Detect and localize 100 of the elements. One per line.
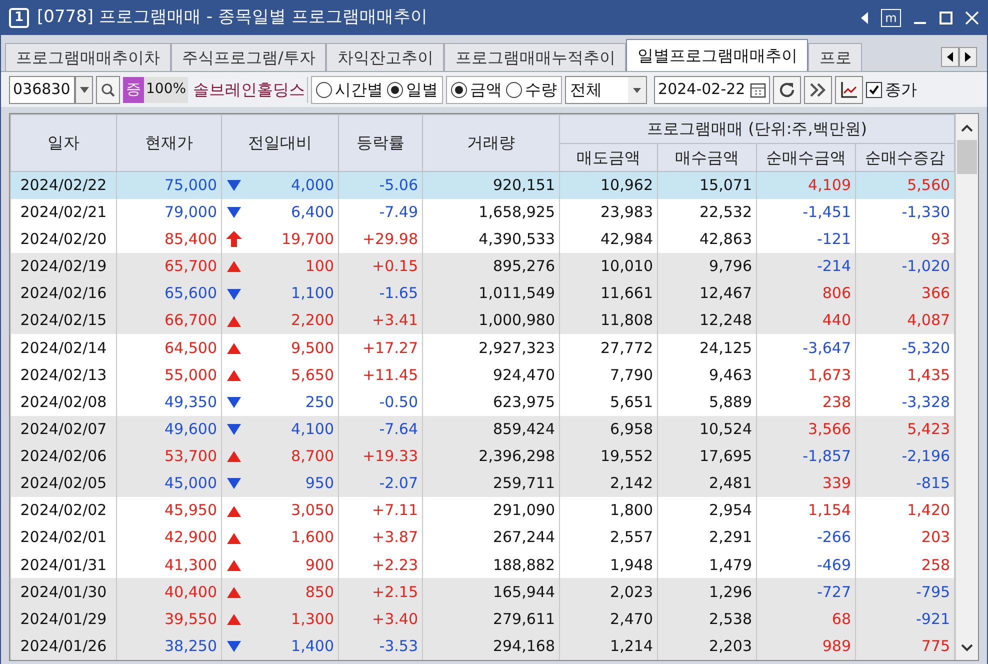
column-header[interactable]: 등락률 [338, 114, 422, 172]
table-row[interactable]: 2024/02/01 42,900 1,600 +3.87 267,244 2,557 2,291 -266 203 [10, 524, 955, 552]
table-row[interactable]: 2024/02/06 53,700 8,700 +19.33 2,396,298 19,552 17,695 -1,857 -2,196 [10, 442, 955, 470]
table-cell: 2,142 [610, 474, 653, 492]
radio-option[interactable]: 일별 [387, 78, 438, 102]
table-cell: -121 [816, 230, 851, 248]
table-row[interactable]: 2024/02/21 79,000 6,400 -7.49 1,658,925 23,983 22,532 -1,451 -1,330 [10, 198, 955, 226]
column-header[interactable]: 거래량 [422, 114, 560, 172]
table-row[interactable]: 2024/01/26 38,250 1,400 -3.53 294,168 1,214 2,203 989 775 [10, 632, 955, 660]
table-cell: -5.06 [379, 176, 418, 194]
maximize-icon[interactable] [939, 11, 953, 25]
table-cell: 1,296 [709, 582, 752, 601]
table-cell: 291,090 [492, 501, 555, 520]
radio-option[interactable]: 금액 [451, 78, 502, 102]
tab-scroll-left-icon[interactable] [941, 47, 959, 67]
table-cell: 10,010 [600, 257, 653, 276]
column-header[interactable]: 순매수증감 [856, 144, 955, 172]
table-cell: 2,954 [709, 501, 752, 520]
table-cell: 2024/02/01 [20, 528, 107, 546]
table-cell: 2,291 [709, 528, 752, 546]
column-header[interactable]: 순매수금액 [756, 144, 856, 172]
table-cell: +3.87 [372, 528, 418, 546]
table-cell: 1,673 [808, 366, 851, 384]
table-cell: +3.40 [372, 610, 418, 628]
table-row[interactable]: 2024/02/19 65,700 100 +0.15 895,276 10,010 9,796 -214 -1,020 [10, 252, 955, 280]
table-cell: -469 [816, 556, 851, 574]
table-cell: 2,470 [610, 610, 653, 628]
table-row[interactable]: 2024/02/08 49,350 250 -0.50 623,975 5,651 5,889 238 -3,328 [10, 388, 955, 416]
table-cell: 55,000 [164, 366, 217, 384]
tab[interactable]: 프로 [808, 43, 862, 71]
table-row[interactable]: 2024/02/14 64,500 9,500 +17.27 2,927,323 27,772 24,125 -3,647 -5,320 [10, 334, 955, 362]
table-cell: 2,481 [709, 474, 752, 492]
table-cell-text: 1,600 [291, 527, 334, 548]
column-header[interactable]: 현재가 [116, 114, 222, 172]
close-icon[interactable] [965, 11, 979, 25]
table-cell-text: 4,100 [291, 418, 334, 440]
line-chart-icon [840, 80, 858, 98]
next-button[interactable] [804, 76, 832, 104]
table-row[interactable]: 2024/01/31 41,300 900 +2.23 188,882 1,948 1,479 -469 258 [10, 551, 955, 578]
scrollbar-thumb[interactable] [957, 140, 978, 174]
refresh-button[interactable] [773, 76, 802, 104]
table-cell-text: 950 [305, 473, 334, 494]
table-cell: 623,975 [492, 392, 555, 411]
m-button[interactable]: m [881, 9, 901, 27]
table-cell: 17,695 [700, 447, 752, 466]
table-row[interactable]: 2024/02/16 65,600 1,100 -1.65 1,011,549 11,661 12,467 806 366 [10, 280, 955, 308]
tab[interactable]: 프로그램매매누적추이 [444, 43, 626, 71]
table-cell: 294,168 [492, 637, 555, 656]
table-cell-text: 900 [305, 554, 334, 576]
column-header[interactable]: 일자 [10, 114, 116, 172]
column-header[interactable]: 매수금액 [658, 144, 756, 172]
table-cell-text: 850 [305, 582, 334, 603]
table-cell: 24,125 [700, 338, 752, 357]
filter-select[interactable]: 전체 [565, 76, 648, 104]
table-cell: 49,350 [164, 392, 217, 411]
table-cell-text: 3,050 [291, 500, 334, 522]
table-row[interactable]: 2024/02/22 75,000 4,000 -5.06 920,151 10,962 15,071 4,109 5,560 [10, 172, 955, 199]
table-cell: 45,950 [164, 501, 217, 520]
radio-option[interactable]: 수량 [506, 78, 558, 102]
table-cell: 42,900 [164, 528, 217, 546]
table-cell-text: 2,200 [291, 310, 334, 332]
table-cell: 924,470 [492, 366, 555, 384]
table-cell-text: 6,400 [291, 202, 334, 223]
table-cell: -1,451 [802, 202, 851, 221]
column-header[interactable]: 전일대비 [222, 114, 338, 172]
search-button[interactable] [96, 76, 120, 104]
table-row[interactable]: 2024/01/30 40,400 850 +2.15 165,944 2,023 1,296 -727 -795 [10, 578, 955, 606]
scroll-up-icon[interactable] [961, 124, 974, 132]
table-row[interactable]: 2024/02/20 85,400 19,700 +29.98 4,390,533 42,984 42,863 -121 93 [10, 226, 955, 253]
table-cell: -3,328 [902, 392, 950, 411]
tab-scroll-right-icon[interactable] [959, 47, 977, 67]
table-cell: -0.50 [379, 392, 418, 411]
table-row[interactable]: 2024/02/05 45,000 950 -2.07 259,711 2,142 2,481 339 -815 [10, 470, 955, 497]
tab[interactable]: 주식프로그램/투자 [171, 43, 326, 71]
table-row[interactable]: 2024/02/07 49,600 4,100 -7.64 859,424 6,958 10,524 3,566 5,423 [10, 416, 955, 443]
table-row[interactable]: 2024/02/15 66,700 2,200 +3.41 1,000,980 11,808 12,248 440 4,087 [10, 307, 955, 334]
column-header[interactable]: 매도금액 [560, 144, 658, 172]
table-row[interactable]: 2024/01/29 39,550 1,300 +3.40 279,611 2,470 2,538 68 -921 [10, 606, 955, 633]
table-cell: 9,463 [709, 366, 752, 384]
table-cell: -1,330 [902, 202, 950, 221]
date-field[interactable]: 2024-02-22 [654, 76, 770, 104]
closing-price-checkbox[interactable]: 종가 [866, 78, 918, 102]
tab[interactable]: 차익잔고추이 [326, 43, 444, 71]
double-chevron-icon [810, 82, 826, 96]
scrollbar[interactable] [955, 114, 978, 660]
table-cell: -727 [816, 582, 851, 601]
table-cell-text: 4,000 [291, 175, 334, 196]
tab[interactable]: 일별프로그램매매추이 [626, 39, 808, 71]
table-cell: 9,796 [709, 257, 752, 276]
radio-option[interactable]: 시간별 [316, 78, 384, 102]
code-field[interactable]: 036830 [9, 76, 75, 104]
table-cell: 3,566 [808, 420, 851, 438]
scroll-down-icon[interactable] [961, 644, 974, 652]
left-arrow-icon[interactable] [861, 12, 869, 24]
chart-button[interactable] [835, 76, 864, 104]
dropdown-button[interactable] [75, 76, 93, 104]
table-row[interactable]: 2024/02/13 55,000 5,650 +11.45 924,470 7,790 9,463 1,673 1,435 [10, 361, 955, 388]
table-cell: 4,390,533 [478, 230, 555, 248]
table-row[interactable]: 2024/02/02 45,950 3,050 +7.11 291,090 1,800 2,954 1,154 1,420 [10, 497, 955, 524]
tab[interactable]: 프로그램매매추이차 [5, 43, 171, 71]
